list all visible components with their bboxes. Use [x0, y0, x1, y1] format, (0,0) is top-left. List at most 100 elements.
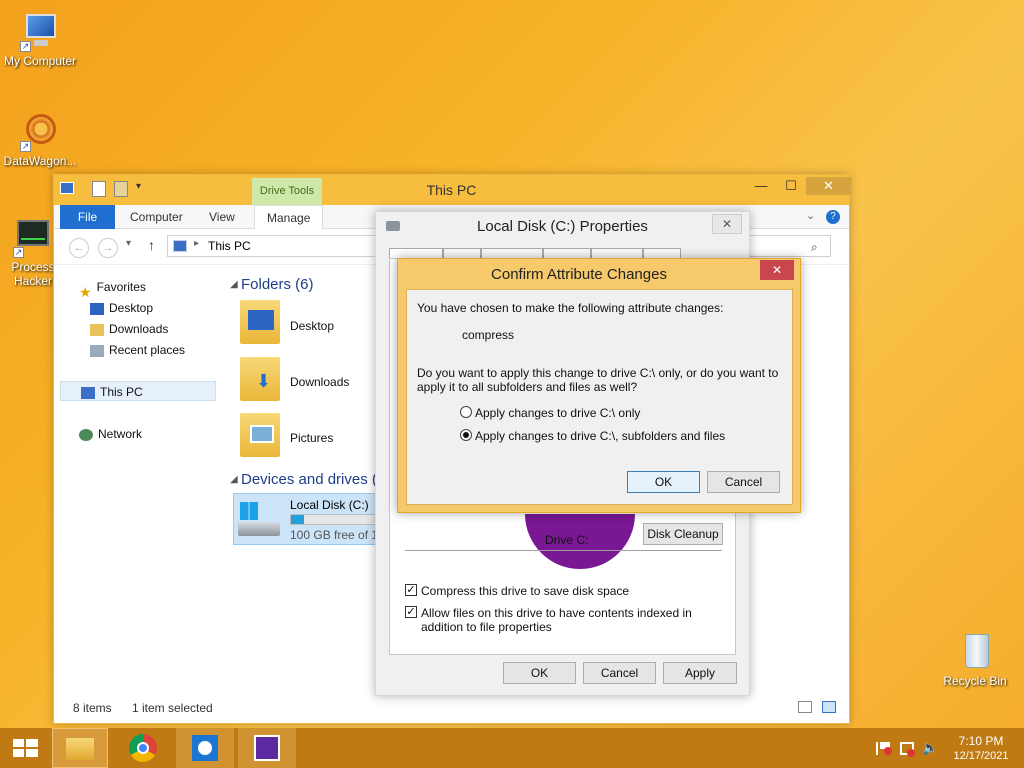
network-icon [79, 428, 93, 441]
nav-recent-places[interactable]: Recent places [90, 340, 185, 360]
confirm-attribute-dialog[interactable]: Confirm Attribute Changes ✕ You have cho… [397, 258, 801, 513]
cancel-button[interactable]: Cancel [583, 662, 656, 684]
devices-header: Devices and drives (2 [241, 471, 386, 488]
clock-time[interactable]: 7:10 PM [946, 734, 1016, 748]
taskbar-app-sun[interactable] [176, 728, 234, 768]
downloads-icon [90, 323, 104, 336]
folder-icon [66, 738, 94, 760]
desktop-icon-recycle-bin[interactable]: Recycle Bin [935, 632, 1015, 688]
explorer-titlebar[interactable]: ▾ Drive Tools This PC — ☐ ✕ [54, 175, 851, 205]
close-button[interactable]: ✕ [760, 260, 794, 280]
navigation-pane: ★ Favorites Desktop Downloads Recent plac… [54, 267, 224, 693]
nav-network[interactable]: Network [79, 424, 142, 444]
datawagon-icon: ↗ [20, 112, 60, 152]
folder-icon [240, 413, 280, 457]
ok-button[interactable]: OK [503, 662, 576, 684]
nav-downloads[interactable]: Downloads [90, 319, 168, 339]
divider [405, 550, 722, 551]
chrome-icon [129, 734, 157, 762]
tab-manage[interactable]: Manage [254, 205, 324, 229]
nav-label: Favorites [96, 280, 146, 294]
search-icon[interactable]: ⌕ [811, 240, 818, 255]
recycle-bin-icon [955, 632, 995, 672]
window-title: This PC [426, 182, 477, 198]
ribbon-expand-icon[interactable]: ⌄ [806, 209, 815, 222]
recent-locations-icon[interactable]: ▾ [126, 238, 131, 249]
up-button[interactable]: ↑ [148, 237, 155, 253]
drive-name: Local Disk (C:) [290, 498, 369, 512]
taskbar: 🔈 7:10 PM 12/17/2021 [0, 728, 1024, 768]
question-text: Do you want to apply this change to driv… [417, 366, 779, 394]
calendar-icon [254, 735, 280, 761]
volume-muted-icon[interactable]: 🔈 [922, 740, 938, 756]
start-button[interactable] [0, 728, 50, 768]
details-view-icon[interactable] [798, 701, 812, 713]
tab-computer[interactable]: Computer [118, 205, 195, 229]
maximize-button[interactable]: ☐ [776, 177, 806, 195]
radio-subfolders-and-files[interactable] [460, 429, 472, 441]
back-button[interactable]: ← [69, 238, 89, 258]
folder-desktop[interactable]: Desktop [290, 319, 334, 333]
tab-view[interactable]: View [197, 205, 247, 229]
nav-label: This PC [100, 385, 143, 399]
computer-icon: ↗ [20, 12, 60, 52]
apply-button[interactable]: Apply [663, 662, 737, 684]
drive-free-space: 100 GB free of 11 [290, 528, 384, 542]
attribute-text: compress [462, 328, 515, 342]
action-center-icon[interactable] [876, 742, 892, 755]
desktop-icon-my-computer[interactable]: ↗ My Computer [0, 12, 80, 68]
nav-label: Desktop [109, 301, 154, 315]
option-drive-only-label[interactable]: Apply changes to drive C:\ only [475, 406, 640, 420]
minimize-button[interactable]: — [746, 177, 776, 195]
clock-date[interactable]: 12/17/2021 [946, 750, 1016, 762]
folder-pictures[interactable]: Pictures [290, 431, 333, 445]
taskbar-chrome[interactable] [114, 728, 172, 768]
drive-icon [238, 502, 280, 536]
taskbar-file-explorer[interactable] [52, 728, 108, 768]
this-pc-icon [81, 386, 95, 399]
large-icons-view-icon[interactable] [822, 701, 836, 713]
drive-label: Drive C: [545, 533, 589, 547]
option-subfolders-label[interactable]: Apply changes to drive C:\, subfolders a… [475, 429, 725, 443]
radio-drive-only[interactable] [460, 406, 472, 418]
selection-count: 1 item selected [132, 701, 213, 715]
collapse-icon[interactable]: ◢ [230, 474, 238, 485]
compress-label: Compress this drive to save disk space [421, 584, 630, 598]
windows-logo-icon [13, 739, 38, 757]
index-checkbox[interactable]: ✓ [405, 606, 417, 618]
nav-label: Network [98, 427, 143, 441]
item-count: 8 items [73, 701, 112, 715]
tab-file[interactable]: File [60, 205, 115, 229]
index-label: Allow files on this drive to have conten… [421, 606, 692, 634]
nav-favorites[interactable]: ★ Favorites [79, 277, 146, 300]
nav-label: Recent places [109, 343, 186, 357]
compress-checkbox[interactable]: ✓ [405, 584, 417, 596]
confirm-cancel-button[interactable]: Cancel [707, 471, 780, 493]
close-button[interactable]: ✕ [806, 177, 851, 195]
folder-icon: ⬇ [240, 357, 280, 401]
confirm-title: Confirm Attribute Changes [491, 266, 667, 283]
forward-button[interactable]: → [98, 238, 118, 258]
desktop-icon-datawagon[interactable]: ↗ DataWagon... [0, 112, 80, 168]
sun-icon [192, 735, 218, 761]
nav-this-pc[interactable]: This PC [60, 381, 216, 401]
folder-icon [240, 300, 280, 344]
drive-c-item[interactable]: Local Disk (C:) 100 GB free of 11 [233, 493, 393, 545]
desktop-icon-label: Recycle Bin [943, 674, 1007, 688]
folder-downloads[interactable]: Downloads [290, 375, 349, 389]
close-button[interactable]: ✕ [712, 214, 742, 234]
network-tray-icon[interactable] [900, 742, 915, 757]
disk-cleanup-button[interactable]: Disk Cleanup [643, 523, 723, 545]
chevron-right-icon: ▸ [194, 238, 200, 249]
nav-label: Downloads [109, 322, 169, 336]
confirm-ok-button[interactable]: OK [627, 471, 700, 493]
desktop-icon [90, 302, 104, 315]
recent-places-icon [90, 344, 104, 357]
nav-desktop[interactable]: Desktop [90, 298, 153, 318]
confirm-body: You have chosen to make the following at… [406, 289, 793, 505]
help-icon[interactable]: ? [826, 210, 840, 224]
collapse-icon[interactable]: ◢ [230, 279, 238, 290]
taskbar-app-calendar[interactable] [238, 728, 296, 768]
star-icon: ★ [79, 283, 92, 300]
drive-usage-bar [290, 514, 376, 525]
